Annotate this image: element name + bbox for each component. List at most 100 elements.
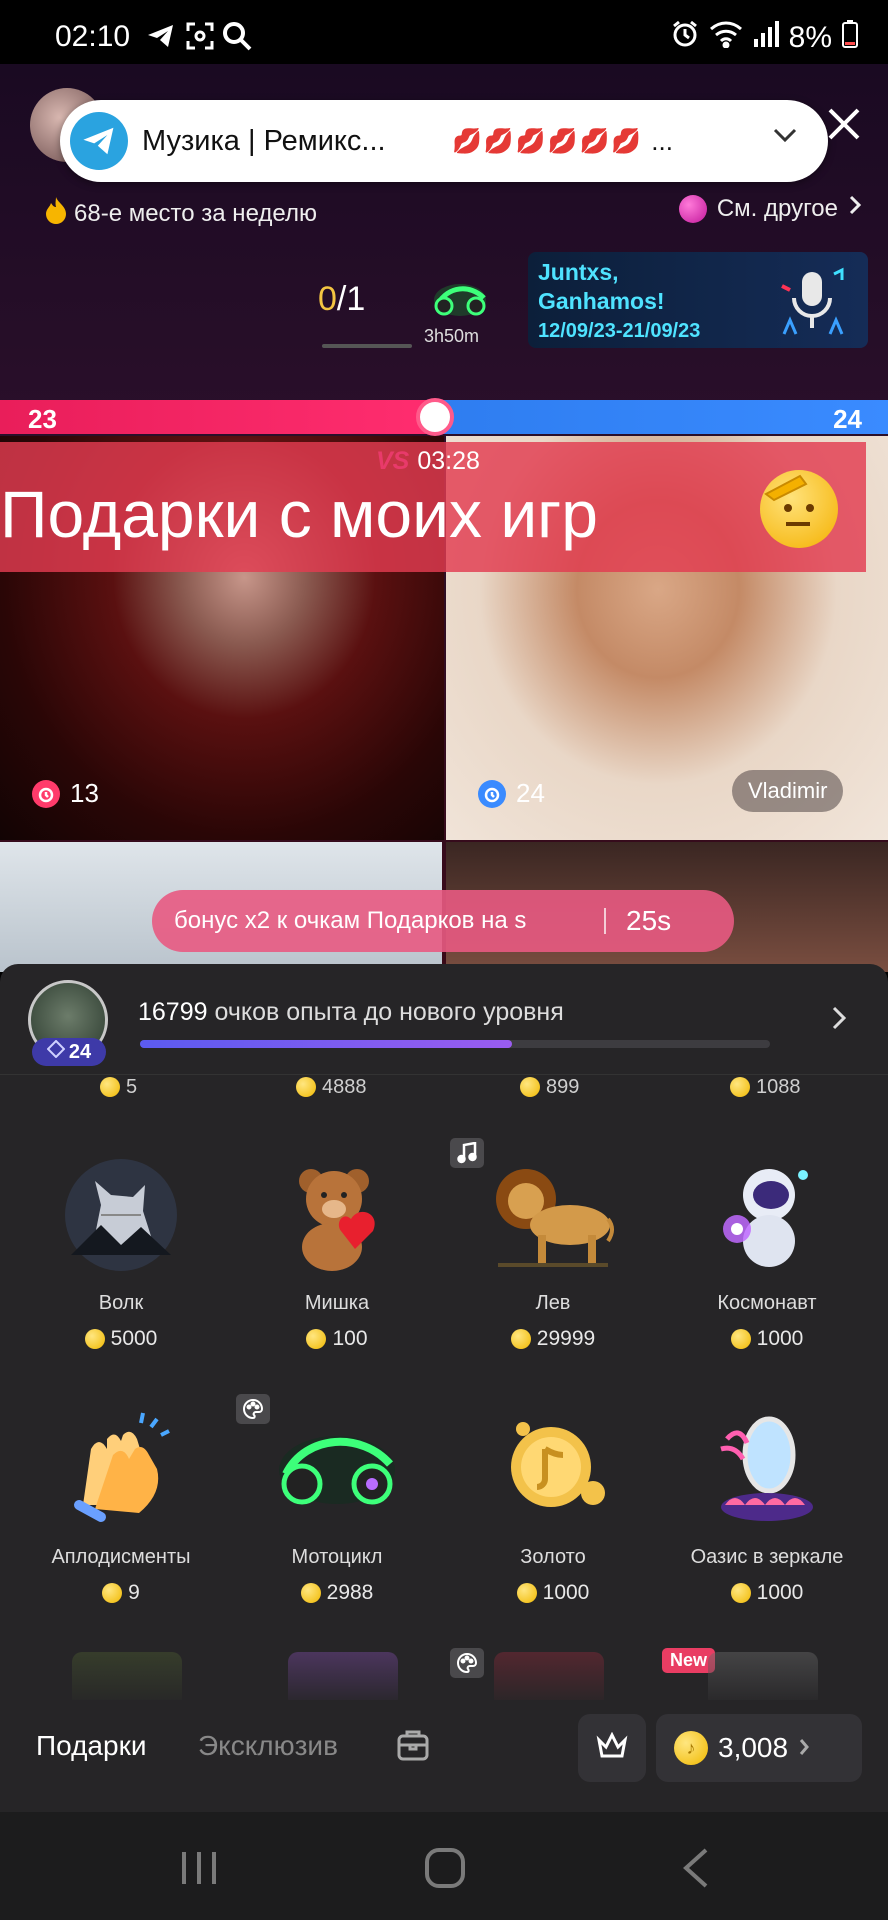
bonus-separator: [604, 908, 606, 934]
tab-gifts[interactable]: Подарки: [36, 1730, 146, 1762]
prev-price-4: 1088: [756, 1075, 801, 1098]
gift-price-value: 9: [128, 1581, 140, 1604]
wifi-icon: [709, 20, 743, 56]
chevron-down-icon[interactable]: [772, 126, 798, 149]
see-other-label: См. другое: [716, 194, 838, 222]
vs-label: VS: [376, 446, 410, 475]
bonus-banner[interactable]: бонус x2 к очкам Подарков на s 25s: [152, 890, 734, 952]
telegram-icon: [70, 112, 128, 170]
diamond-icon: [46, 1039, 66, 1064]
event-title-line2: Ganhamos!: [538, 288, 665, 314]
tile-1-likes-count: 13: [70, 778, 99, 808]
alarm-icon: [32, 779, 60, 808]
chevron-right-icon[interactable]: [830, 1004, 848, 1037]
gift-price: 9: [10, 1581, 232, 1605]
prev-price-1: 5: [126, 1075, 138, 1098]
pk-left-bar: [0, 400, 436, 434]
gift-price-value: 1000: [542, 1581, 590, 1604]
see-other-button[interactable]: См. другое: [678, 194, 862, 223]
guest-name-label[interactable]: Vladimir: [732, 770, 844, 812]
crown-icon: [596, 1731, 628, 1765]
coin-icon: [730, 1077, 750, 1097]
xp-info[interactable]: 16799 очков опыта до нового уровня: [138, 998, 564, 1027]
backpack-icon[interactable]: [396, 1728, 430, 1767]
notification-emojis: 💋💋💋💋💋💋: [452, 127, 644, 155]
gift-item-gold[interactable]: Золото 1000: [442, 1404, 664, 1605]
gift-item-wolf[interactable]: Волк 5000: [10, 1150, 232, 1351]
gift-name: Космонавт: [717, 1292, 817, 1314]
gold-coin-icon: [488, 1404, 618, 1534]
motorcycle-icon[interactable]: [430, 276, 490, 322]
telegram-icon: [146, 22, 176, 50]
gift-name: Волк: [98, 1292, 144, 1314]
event-card[interactable]: Juntxs, Ganhamos! 12/09/23-21/09/23: [528, 252, 868, 348]
notification-ellipsis: ...: [651, 125, 673, 156]
gift-price: 1000: [656, 1581, 878, 1605]
gift-item-teddy-bear[interactable]: Мишка 100: [226, 1150, 448, 1351]
task-progress[interactable]: 0/1: [318, 280, 365, 319]
wolf-icon: [56, 1150, 186, 1280]
coin-icon: [100, 1077, 120, 1097]
teddy-bear-icon: [272, 1150, 402, 1280]
lion-icon: [488, 1150, 618, 1280]
close-icon[interactable]: [822, 102, 866, 146]
battery-icon: [842, 20, 858, 56]
gift-price: 5000: [10, 1327, 232, 1351]
xp-progress-fill: [140, 1040, 512, 1048]
gift-item-astronaut[interactable]: Космонавт 1000: [656, 1150, 878, 1351]
task-done: 0: [318, 280, 337, 318]
gift-name: Лев: [535, 1292, 571, 1314]
bonus-text: бонус x2 к очкам Подарков на s: [174, 907, 527, 934]
rank-text: 68-е место за неделю: [74, 199, 317, 227]
coin-icon: ♪: [674, 1731, 708, 1765]
tile-2-likes: 24: [478, 778, 545, 809]
task-progress-line: [322, 344, 412, 348]
coin-icon: [84, 1329, 105, 1349]
gift-item-lion[interactable]: Лев 29999: [442, 1150, 664, 1351]
gift-timer: 3h50m: [424, 326, 480, 346]
notification-title: Музика | Ремикс...: [142, 124, 386, 157]
planet-icon: [678, 194, 707, 223]
prev-price-3: 899: [546, 1075, 580, 1098]
flame-icon: [44, 196, 68, 231]
gift-price: 1000: [442, 1581, 664, 1605]
weekly-rank[interactable]: 68-е место за неделю: [44, 196, 317, 231]
event-title: Juntxs, Ganhamos!: [538, 258, 665, 316]
bonus-timer: 25s: [626, 905, 672, 936]
recent-apps-icon[interactable]: [178, 1848, 220, 1893]
event-title-line1: Juntxs,: [538, 259, 619, 285]
home-icon[interactable]: [424, 1848, 466, 1893]
status-time: 02:10: [55, 20, 131, 53]
coin-icon: [730, 1329, 751, 1349]
tile-2-likes-count: 24: [516, 778, 545, 808]
coin-icon: [306, 1329, 327, 1349]
chevron-right-icon: [848, 194, 862, 223]
palette-icon: [450, 1648, 484, 1678]
gift-price-value: 1000: [756, 1581, 804, 1604]
pk-left-score: 23: [28, 404, 57, 434]
gift-item-motorcycle[interactable]: Мотоцикл 2988: [226, 1404, 448, 1605]
back-icon[interactable]: [680, 1848, 712, 1893]
xp-progress-track: [140, 1040, 770, 1048]
coin-icon: [730, 1583, 751, 1603]
level-number: 24: [68, 1040, 92, 1063]
gift-price: 29999: [442, 1327, 664, 1351]
gift-item-mirror-oasis[interactable]: Оазис в зеркале 1000: [656, 1404, 878, 1605]
telegram-notification[interactable]: Музика | Ремикс... 💋💋💋💋💋💋 ...: [60, 100, 828, 182]
gift-name: Мотоцикл: [291, 1546, 383, 1568]
coin-icon: [102, 1583, 123, 1603]
pk-right-score: 24: [833, 404, 862, 434]
gift-item-clapping-hands[interactable]: Аплодисменты 9: [10, 1404, 232, 1605]
crown-button[interactable]: [578, 1714, 646, 1782]
gift-price-value: 1000: [756, 1327, 804, 1350]
tab-exclusive[interactable]: Эксклюзив: [198, 1730, 338, 1762]
balance-button[interactable]: ♪ 3,008: [656, 1714, 862, 1782]
signal-icon: [753, 21, 779, 55]
coin-icon: [296, 1077, 316, 1097]
xp-text: очков опыта до нового уровня: [214, 998, 564, 1026]
saluting-face-icon: [760, 470, 838, 548]
gift-name: Золото: [520, 1546, 586, 1568]
alarm-icon: [478, 779, 506, 808]
astronaut-icon: [702, 1150, 832, 1280]
coin-icon: [516, 1583, 537, 1603]
